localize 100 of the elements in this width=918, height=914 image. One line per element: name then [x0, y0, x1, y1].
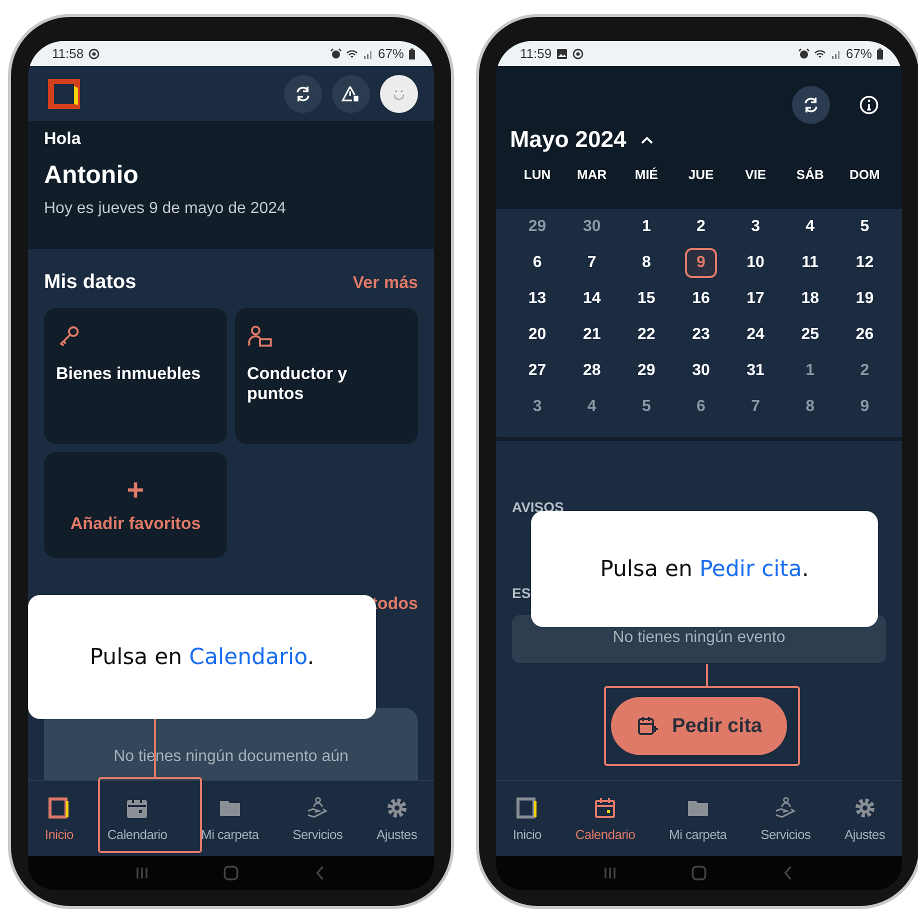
logo-icon: [48, 78, 80, 108]
calendar-day[interactable]: 3: [521, 392, 554, 422]
nav-tab[interactable]: Servicios: [292, 796, 343, 842]
calendar-day[interactable]: 22: [630, 320, 662, 350]
target-icon: [88, 48, 100, 60]
alarm-icon: [330, 48, 342, 60]
weekday-label: SÁB: [795, 167, 825, 182]
calendar-day[interactable]: 20: [521, 320, 554, 350]
calendar-day[interactable]: 6: [684, 392, 717, 422]
calendar-day[interactable]: 14: [576, 284, 608, 314]
info-icon: [858, 94, 880, 116]
sync-button[interactable]: [792, 86, 830, 124]
calendar-day[interactable]: 19: [848, 284, 881, 314]
calendar-day[interactable]: 30: [576, 212, 608, 242]
calendar-day[interactable]: 29: [521, 212, 554, 242]
plus-icon: +: [126, 476, 144, 506]
calendar-day[interactable]: 2: [684, 212, 717, 242]
nav-tab[interactable]: Servicios: [760, 796, 811, 842]
calendar-day[interactable]: 18: [794, 284, 826, 314]
calendar-day[interactable]: 1: [630, 212, 662, 242]
calendar-day[interactable]: 12: [848, 248, 881, 278]
calendar-day[interactable]: 23: [684, 320, 717, 350]
request-appointment-button[interactable]: Pedir cita: [611, 697, 787, 755]
calendar-day[interactable]: 2: [848, 356, 881, 386]
calendar-day[interactable]: 26: [848, 320, 881, 350]
nav-tab[interactable]: Inicio: [512, 796, 542, 842]
calendar-day[interactable]: 8: [630, 248, 662, 278]
nav-tab[interactable]: Mi carpeta: [669, 796, 727, 842]
status-time: 11:59: [520, 46, 552, 61]
hand-person-icon: [774, 796, 798, 820]
sync-button[interactable]: [284, 74, 322, 112]
instruction-text: Pulsa en Calendario.: [90, 644, 314, 670]
status-time: 11:58: [52, 46, 84, 61]
calendar-day[interactable]: 11: [794, 248, 826, 278]
events-heading: ES: [512, 585, 532, 601]
nav-tab[interactable]: Mi carpeta: [201, 796, 259, 842]
calendar-day[interactable]: 5: [630, 392, 662, 422]
leader-line: [154, 719, 156, 777]
add-favorites-label: Añadir favoritos: [70, 514, 201, 534]
user-name: Antonio: [44, 161, 140, 190]
add-favorites-card[interactable]: + Añadir favoritos: [44, 452, 227, 558]
weekday-label: MIÉ: [634, 167, 659, 182]
nav-tab[interactable]: Ajustes: [844, 796, 886, 842]
calendar-day[interactable]: 24: [740, 320, 772, 350]
calendar-day[interactable]: 10: [740, 248, 772, 278]
calendar-day[interactable]: 27: [521, 356, 554, 386]
wifi-icon: [346, 48, 358, 60]
data-card[interactable]: Bienes inmuebles: [44, 308, 227, 444]
leader-line: [706, 664, 708, 686]
calendar-day[interactable]: 3: [740, 212, 772, 242]
calendar-day[interactable]: 5: [848, 212, 881, 242]
calendar-day[interactable]: 9: [848, 392, 881, 422]
nav-tab[interactable]: Inicio: [44, 796, 74, 842]
alert-button[interactable]: [332, 74, 370, 112]
square-icon: [47, 796, 72, 820]
calendar-day[interactable]: 4: [794, 212, 826, 242]
image-icon: [556, 48, 568, 60]
calendar-day[interactable]: 21: [576, 320, 608, 350]
target-icon: [572, 48, 584, 60]
nav-tab[interactable]: Calendario: [107, 796, 168, 842]
battery-percentage: 67%: [378, 46, 404, 61]
weekday-label: MAR: [576, 167, 608, 182]
calendar-day[interactable]: 7: [576, 248, 608, 278]
see-more-link[interactable]: Ver más: [352, 272, 418, 292]
calendar-day[interactable]: 31: [740, 356, 772, 386]
nav-tab[interactable]: Calendario: [575, 796, 636, 842]
calendar-day[interactable]: 29: [630, 356, 662, 386]
battery-icon: [876, 48, 884, 60]
calendar-day[interactable]: 30: [684, 356, 717, 386]
notices-heading: AVISOS: [512, 499, 565, 515]
calendar-day[interactable]: 4: [576, 392, 608, 422]
date-text: Hoy es jueves 9 de mayo de 2024: [44, 200, 287, 218]
calendar-day[interactable]: 17: [740, 284, 772, 314]
calendar-day[interactable]: 15: [630, 284, 662, 314]
calendar-day[interactable]: 9: [684, 248, 717, 278]
square-icon: [515, 796, 540, 820]
data-card[interactable]: Conductor y puntos: [235, 308, 418, 444]
calendar-icon: [593, 796, 618, 820]
card-label: Bienes inmuebles: [56, 364, 202, 384]
calendar-day[interactable]: 1: [794, 356, 826, 386]
calendar-day[interactable]: 8: [794, 392, 826, 422]
calendar-day[interactable]: 28: [576, 356, 608, 386]
weekday-label: VIE: [744, 167, 768, 182]
wifi-icon: [814, 48, 826, 60]
month-title: Mayo 2024: [510, 126, 626, 153]
calendar-day[interactable]: 16: [684, 284, 717, 314]
chevron-up-icon[interactable]: [640, 134, 654, 144]
weekday-label: DOM: [848, 167, 881, 182]
calendar-day[interactable]: 25: [794, 320, 826, 350]
greeting-text: Hola: [44, 129, 82, 149]
hand-person-icon: [306, 796, 330, 820]
settings-icon: [852, 796, 877, 820]
calendar-day[interactable]: 7: [740, 392, 772, 422]
section-title: Mis datos: [44, 271, 136, 294]
calendar-day[interactable]: 6: [521, 248, 554, 278]
calendar-day[interactable]: 13: [521, 284, 554, 314]
empty-message: No tienes ningún evento: [612, 629, 786, 648]
nav-tab[interactable]: Ajustes: [376, 796, 418, 842]
avatar-button[interactable]: [380, 74, 418, 112]
settings-icon: [384, 796, 409, 820]
